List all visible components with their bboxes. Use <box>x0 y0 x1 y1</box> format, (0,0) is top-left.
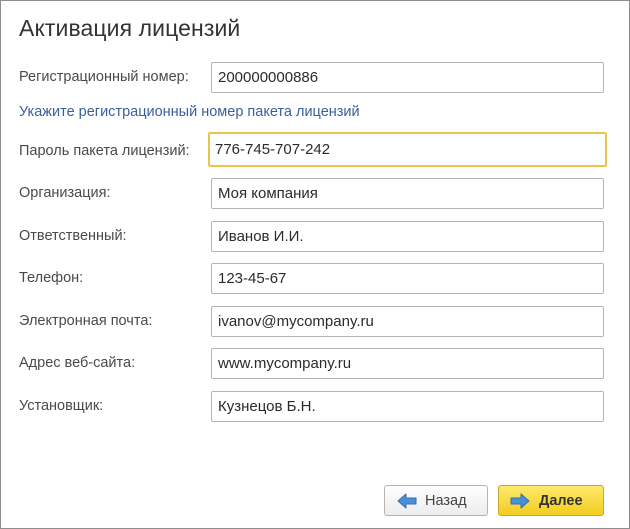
back-button-label: Назад <box>425 492 467 509</box>
back-button[interactable]: Назад <box>384 485 488 516</box>
responsible-label: Ответственный: <box>19 228 127 244</box>
dialog-title: Активация лицензий <box>19 15 241 41</box>
license-password-label: Пароль пакета лицензий: <box>19 143 190 159</box>
license-password-input[interactable] <box>208 132 607 167</box>
next-button-label: Далее <box>539 492 583 509</box>
next-button[interactable]: Далее <box>498 485 604 516</box>
registration-number-input[interactable] <box>211 62 604 93</box>
phone-input[interactable] <box>211 263 604 294</box>
organization-label: Организация: <box>19 185 111 201</box>
registration-hint: Укажите регистрационный номер пакета лиц… <box>19 104 360 120</box>
website-label: Адрес веб-сайта: <box>19 355 136 371</box>
installer-label: Установщик: <box>19 398 104 414</box>
email-label: Электронная почта: <box>19 313 153 329</box>
email-input[interactable] <box>211 306 604 337</box>
arrow-left-icon <box>397 493 417 509</box>
installer-input[interactable] <box>211 391 604 422</box>
arrow-right-icon <box>510 493 530 509</box>
phone-label: Телефон: <box>19 270 84 286</box>
website-input[interactable] <box>211 348 604 379</box>
license-activation-dialog: Активация лицензий Регистрационный номер… <box>0 0 630 529</box>
responsible-input[interactable] <box>211 221 604 252</box>
registration-number-label: Регистрационный номер: <box>19 69 189 85</box>
organization-input[interactable] <box>211 178 604 209</box>
